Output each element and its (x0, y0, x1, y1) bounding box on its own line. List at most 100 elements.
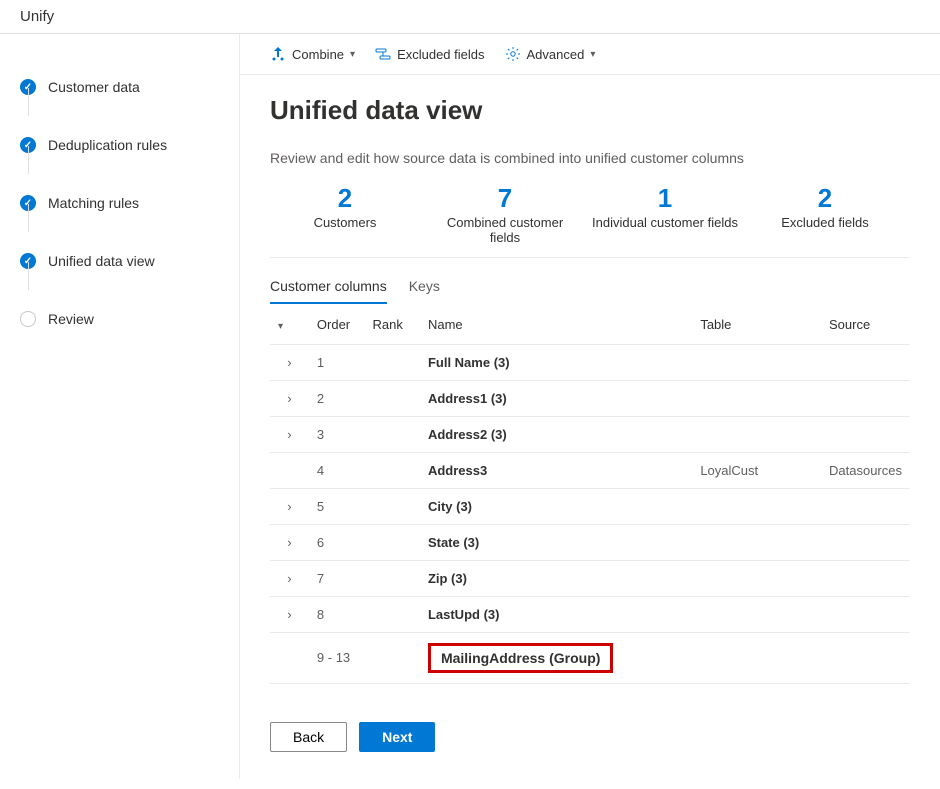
advanced-label: Advanced (527, 47, 585, 62)
wizard-footer: Back Next (240, 704, 940, 770)
stats-row: 2 Customers 7 Combined customer fields 1… (270, 184, 910, 258)
chevron-down-icon: ▾ (590, 49, 595, 60)
step-review[interactable]: Review (20, 290, 229, 348)
cell-order: 4 (309, 452, 365, 488)
circle-icon (20, 311, 36, 327)
cell-source: Datasources (821, 452, 910, 488)
back-button[interactable]: Back (270, 722, 347, 752)
expand-toggle[interactable]: › (270, 488, 309, 524)
excluded-fields-button[interactable]: Excluded fields (375, 46, 484, 62)
cell-source (821, 416, 910, 452)
check-icon (20, 137, 36, 153)
cell-name: City (3) (420, 488, 692, 524)
tab-keys[interactable]: Keys (409, 278, 440, 304)
cell-rank (365, 524, 420, 560)
expand-placeholder (270, 632, 309, 683)
stat-value: 1 (590, 184, 740, 213)
expand-toggle[interactable]: › (270, 596, 309, 632)
cell-rank (365, 560, 420, 596)
columns-table: ▾ Order Rank Name Table Source › 1 Full … (270, 305, 910, 684)
cell-name: Address2 (3) (420, 416, 692, 452)
table-row[interactable]: 4 Address3 LoyalCust Datasources (270, 452, 910, 488)
cell-name: Address1 (3) (420, 380, 692, 416)
stat-combined-fields: 7 Combined customer fields (430, 184, 580, 245)
step-matching-rules[interactable]: Matching rules (20, 174, 229, 232)
expand-placeholder (270, 452, 309, 488)
step-unified-data-view[interactable]: Unified data view (20, 232, 229, 290)
step-customer-data[interactable]: Customer data (20, 58, 229, 116)
stat-value: 2 (270, 184, 420, 213)
next-button[interactable]: Next (359, 722, 435, 752)
highlight-box: MailingAddress (Group) (428, 643, 613, 673)
tab-strip: Customer columns Keys (270, 278, 910, 305)
cell-rank (365, 632, 420, 683)
page-subtitle: Review and edit how source data is combi… (270, 150, 910, 166)
cell-order: 7 (309, 560, 365, 596)
col-rank[interactable]: Rank (365, 305, 420, 345)
cell-rank (365, 344, 420, 380)
cell-table (692, 380, 821, 416)
stat-label: Customers (270, 215, 420, 230)
step-label: Matching rules (48, 195, 139, 211)
col-name[interactable]: Name (420, 305, 692, 345)
excluded-icon (375, 46, 391, 62)
cell-table (692, 344, 821, 380)
table-row[interactable]: › 7 Zip (3) (270, 560, 910, 596)
stat-value: 2 (750, 184, 900, 213)
main-panel: Combine ▾ Excluded fields Advanced ▾ Uni… (240, 34, 940, 779)
step-label: Customer data (48, 79, 140, 95)
cell-order: 3 (309, 416, 365, 452)
cell-name: State (3) (420, 524, 692, 560)
cell-rank (365, 380, 420, 416)
wizard-sidebar: Customer data Deduplication rules Matchi… (0, 34, 240, 779)
col-table[interactable]: Table (692, 305, 821, 345)
cell-rank (365, 416, 420, 452)
table-row[interactable]: › 1 Full Name (3) (270, 344, 910, 380)
cell-table (692, 524, 821, 560)
stat-label: Combined customer fields (430, 215, 580, 245)
stat-individual-fields: 1 Individual customer fields (590, 184, 740, 245)
cell-order: 9 - 13 (309, 632, 365, 683)
stat-label: Excluded fields (750, 215, 900, 230)
col-source[interactable]: Source (821, 305, 910, 345)
expand-toggle[interactable]: › (270, 380, 309, 416)
cell-name: MailingAddress (Group) (420, 632, 692, 683)
col-order[interactable]: Order (309, 305, 365, 345)
table-row[interactable]: › 6 State (3) (270, 524, 910, 560)
expand-toggle[interactable]: › (270, 344, 309, 380)
combine-menu[interactable]: Combine ▾ (270, 46, 355, 62)
excluded-label: Excluded fields (397, 47, 484, 62)
table-row[interactable]: › 2 Address1 (3) (270, 380, 910, 416)
tab-customer-columns[interactable]: Customer columns (270, 278, 387, 304)
cell-rank (365, 596, 420, 632)
table-row[interactable]: › 8 LastUpd (3) (270, 596, 910, 632)
toolbar: Combine ▾ Excluded fields Advanced ▾ (240, 34, 940, 75)
cell-table (692, 416, 821, 452)
table-body: › 1 Full Name (3) › 2 Address1 (3) (270, 344, 910, 683)
col-expand[interactable]: ▾ (270, 305, 309, 345)
cell-source (821, 524, 910, 560)
stat-value: 7 (430, 184, 580, 213)
cell-source (821, 632, 910, 683)
table-row[interactable]: › 3 Address2 (3) (270, 416, 910, 452)
expand-toggle[interactable]: › (270, 416, 309, 452)
advanced-menu[interactable]: Advanced ▾ (505, 46, 596, 62)
step-label: Unified data view (48, 253, 155, 269)
gear-icon (505, 46, 521, 62)
stat-customers: 2 Customers (270, 184, 420, 245)
cell-order: 2 (309, 380, 365, 416)
check-icon (20, 195, 36, 211)
table-row[interactable]: 9 - 13 MailingAddress (Group) (270, 632, 910, 683)
step-label: Review (48, 311, 94, 327)
cell-source (821, 488, 910, 524)
stat-label: Individual customer fields (590, 215, 740, 230)
combine-icon (270, 46, 286, 62)
chevron-down-icon: ▾ (278, 321, 283, 332)
expand-toggle[interactable]: › (270, 524, 309, 560)
expand-toggle[interactable]: › (270, 560, 309, 596)
cell-source (821, 596, 910, 632)
step-label: Deduplication rules (48, 137, 167, 153)
table-row[interactable]: › 5 City (3) (270, 488, 910, 524)
step-deduplication-rules[interactable]: Deduplication rules (20, 116, 229, 174)
stat-excluded-fields: 2 Excluded fields (750, 184, 900, 245)
